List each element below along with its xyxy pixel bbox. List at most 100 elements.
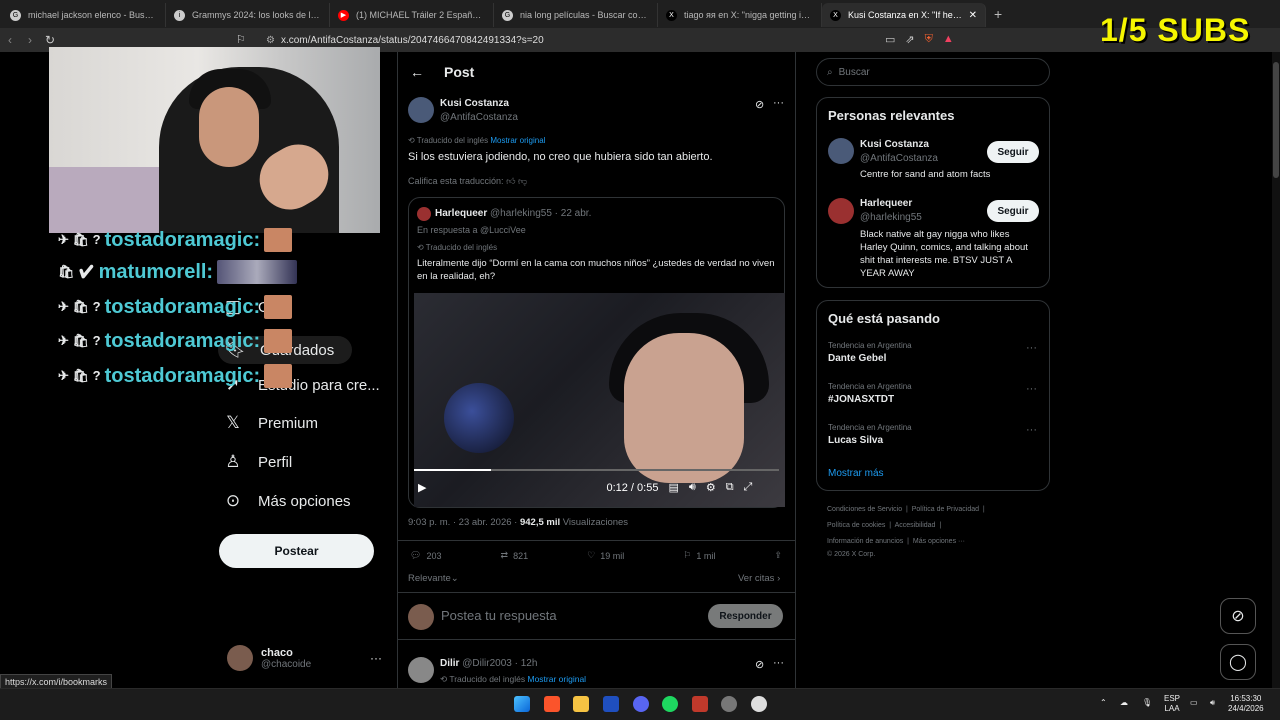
back-icon[interactable]: ‹ [0, 33, 20, 47]
brave-icon[interactable] [544, 696, 560, 712]
app-icon[interactable] [751, 696, 767, 712]
language-indicator[interactable]: ESP LAA [1164, 694, 1180, 714]
reload-icon[interactable]: ↻ [40, 33, 60, 47]
grok-fab[interactable]: ⊘ [1220, 598, 1256, 634]
x-logo-icon: X [666, 9, 677, 21]
account-switcher[interactable]: chaco @chacoide [227, 645, 311, 671]
repost-icon: ⇄ [500, 550, 509, 560]
settings-icon[interactable]: ⚙ [706, 481, 716, 494]
trend-item[interactable]: Lucas Silva [828, 435, 883, 446]
bookmark-star-icon[interactable]: ⚐ [236, 33, 246, 46]
scrollbar[interactable] [1272, 52, 1280, 688]
more-icon[interactable]: ··· [370, 651, 382, 665]
follow-button[interactable]: Seguir [987, 141, 1039, 163]
emote-image [264, 228, 293, 252]
avatar[interactable] [408, 97, 434, 123]
volume-icon[interactable]: 🔊︎ [689, 481, 696, 494]
person-name[interactable]: Kusi Costanza [860, 139, 929, 150]
video-player[interactable]: ▶ 0:12 / 0:55 ▤ 🔊︎ ⚙ ⧉ ⤢ [414, 293, 785, 507]
avatar [417, 207, 431, 221]
more-icon[interactable]: ··· [773, 657, 784, 669]
more-icon[interactable]: ··· [1026, 383, 1037, 395]
share-icon[interactable]: ⇗ [905, 33, 914, 46]
tray-chevron-icon[interactable]: ⌃ [1100, 698, 1107, 708]
browser-tab[interactable]: Gnia long películas - Buscar con Goog [494, 3, 658, 27]
play-icon[interactable]: ▶ [418, 481, 426, 494]
messages-fab[interactable]: ◯ [1220, 644, 1256, 680]
search-input[interactable]: ⌕ Buscar [816, 58, 1050, 86]
site-info-icon[interactable]: ⚙ [266, 35, 275, 46]
more-icon[interactable]: ··· [1026, 424, 1037, 436]
post-header: ← Post [410, 64, 475, 80]
share-button[interactable]: ⇪ [774, 550, 782, 561]
spotify-icon[interactable] [662, 696, 678, 712]
view-quotes-link[interactable]: Ver citas › [738, 573, 780, 584]
steam-icon[interactable] [721, 696, 737, 712]
forward-icon[interactable]: › [20, 33, 40, 47]
person-name[interactable]: Harlequeer [860, 198, 912, 209]
avatar[interactable] [408, 657, 434, 683]
emote-image [264, 329, 293, 353]
browser-tab[interactable]: iGrammys 2024: los looks de la alfom [166, 3, 330, 27]
grok-icon[interactable]: ⊘ [755, 98, 764, 111]
trend-item[interactable]: Dante Gebel [828, 353, 886, 364]
thumbs-up-icon[interactable]: 👍︎ [506, 176, 515, 186]
sidebar-item-premium[interactable]: 𝕏 Premium [222, 413, 318, 433]
show-original-link[interactable]: Mostrar original [490, 136, 545, 145]
more-icon[interactable]: ··· [1026, 342, 1037, 354]
thumbs-down-icon[interactable]: 👎︎ [518, 176, 527, 186]
cloud-icon[interactable]: ☁ [1120, 698, 1128, 708]
browser-tab[interactable]: Xtiago ᴙᴙ en X: "nigga getting intervie [658, 3, 822, 27]
reply-author[interactable]: Dilir @Dilir2003 · 12h [440, 658, 537, 669]
brave-shield-icon[interactable]: ⛨ [925, 33, 933, 46]
avatar[interactable] [828, 198, 854, 224]
back-arrow-icon[interactable]: ← [410, 64, 424, 80]
avatar[interactable] [828, 138, 854, 164]
translation-note: ⟲ Traducido del inglés [417, 243, 498, 252]
folder-icon[interactable] [573, 696, 589, 712]
browser-tab-active[interactable]: XKusi Costanza en X: "If he was fu✕ [822, 3, 986, 27]
bookmark-icon: ⚐ [683, 550, 692, 560]
author-handle[interactable]: @AntifaCostanza [440, 112, 518, 123]
captions-icon[interactable]: ▤ [668, 481, 678, 494]
reply-submit-button[interactable]: Responder [708, 604, 783, 628]
avatar [408, 604, 434, 630]
subs-counter-overlay: 1/5 SUBS [1100, 12, 1251, 48]
volume-icon[interactable]: 🔊︎ [1210, 698, 1215, 708]
sidebar-item-profile[interactable]: ♙ Perfil [222, 452, 292, 472]
browser-tab[interactable]: ▶(1) MICHAEL Tráiler 2 Español Latino [330, 3, 494, 27]
sidebar-item-more[interactable]: ⊙ Más opciones [222, 491, 351, 511]
pip-icon[interactable]: ⧉ [726, 481, 734, 494]
rewards-icon[interactable]: ▲ [943, 33, 954, 46]
more-icon[interactable]: ··· [773, 97, 784, 109]
browser-tab[interactable]: Gmichael jackson elenco - Buscar con [2, 3, 166, 27]
discord-icon[interactable] [633, 696, 649, 712]
video-progress-bar[interactable] [414, 469, 779, 471]
follow-button[interactable]: Seguir [987, 200, 1039, 222]
rate-translation: Califica esta traducción: 👍︎ 👎︎ [408, 176, 528, 186]
search-icon: ⌕ [827, 66, 833, 78]
mic-icon[interactable]: 🎙︎ [1142, 698, 1152, 708]
post-button[interactable]: Postear [219, 534, 374, 568]
screen-icon[interactable]: ▭ [885, 33, 895, 46]
trend-item[interactable]: #JONASXTDT [828, 394, 894, 405]
show-more-link[interactable]: Mostrar más [828, 468, 884, 479]
clock[interactable]: 16:53:30 24/4/2026 [1228, 694, 1264, 714]
close-tab-icon[interactable]: ✕ [969, 10, 977, 21]
windows-start-icon[interactable] [514, 696, 530, 712]
app-icon[interactable] [692, 696, 708, 712]
reply-icon: 💬︎ [410, 550, 422, 560]
reply-button[interactable]: 💬︎ 203 [410, 550, 441, 561]
like-button[interactable]: ♡ 19 mil [587, 550, 624, 561]
display-icon[interactable]: ▭ [1190, 698, 1198, 708]
bookmark-button[interactable]: ⚐ 1 mil [683, 550, 715, 561]
translate-icon: ⟲ [408, 136, 417, 145]
author-name[interactable]: Kusi Costanza [440, 98, 509, 109]
new-tab-button[interactable]: + [994, 6, 1002, 22]
bing-icon[interactable] [603, 696, 619, 712]
repost-button[interactable]: ⇄ 821 [501, 550, 529, 561]
grok-icon[interactable]: ⊘ [755, 658, 764, 671]
reply-input[interactable]: Postea tu respuesta [441, 608, 557, 623]
sort-dropdown[interactable]: Relevante⌄ [408, 573, 459, 584]
fullscreen-icon[interactable]: ⤢ [744, 481, 753, 494]
